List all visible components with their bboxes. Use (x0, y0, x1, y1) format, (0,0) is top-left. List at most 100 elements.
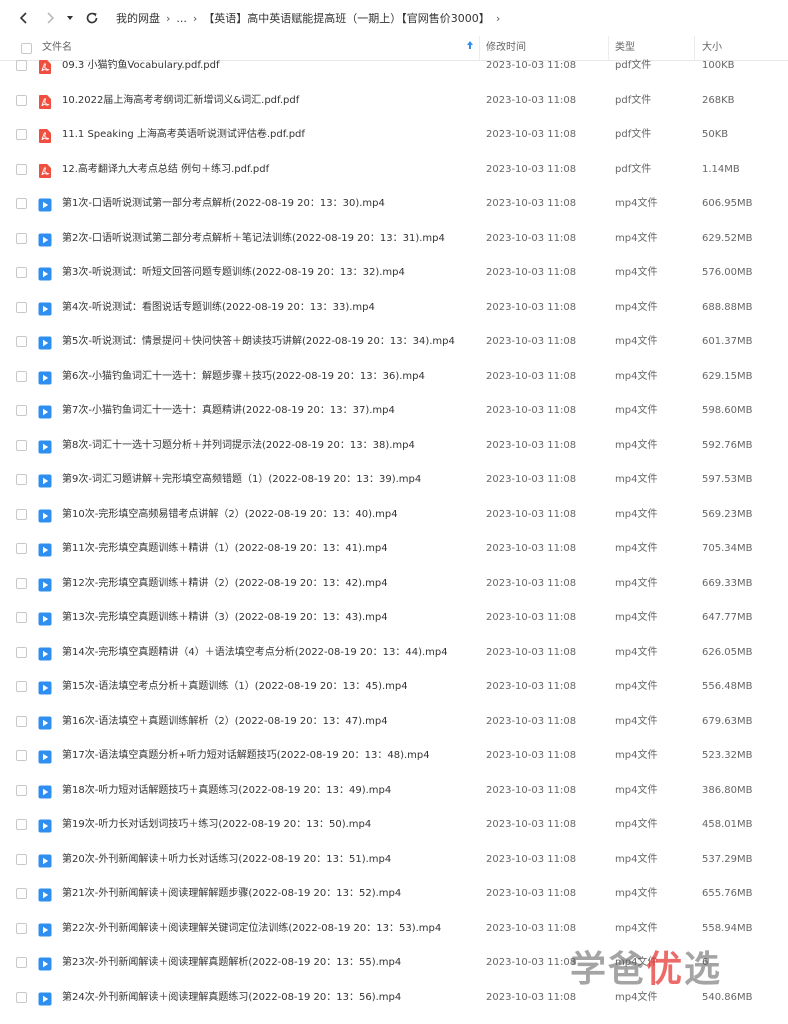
row-checkbox[interactable] (16, 715, 27, 727)
file-row[interactable]: 第9次-词汇习题讲解＋完形填空高频错题（1）(2022-08-19 20：13：… (0, 463, 788, 498)
file-name[interactable]: 第24次-外刊新闻解读＋阅读理解真题练习(2022-08-19 20：13：56… (62, 981, 401, 1015)
row-checkbox[interactable] (16, 577, 27, 589)
file-size: 100KB (702, 60, 735, 71)
file-row[interactable]: 第11次-完形填空真题训练＋精讲（1）(2022-08-19 20：13：41)… (0, 532, 788, 567)
file-name[interactable]: 第11次-完形填空真题训练＋精讲（1）(2022-08-19 20：13：41)… (62, 532, 388, 566)
file-row[interactable]: 11.1 Speaking 上海高考英语听说测试评估卷.pdf.pdf 2023-… (0, 118, 788, 153)
file-row[interactable]: 第21次-外刊新闻解读＋阅读理解解题步骤(2022-08-19 20：13：52… (0, 877, 788, 912)
row-checkbox[interactable] (16, 439, 27, 451)
file-name[interactable]: 第4次-听说测试：看图说话专题训练(2022-08-19 20：13：33).m… (62, 291, 375, 325)
row-checkbox[interactable] (16, 853, 27, 865)
file-modified-date: 2023-10-03 11:08 (486, 232, 577, 244)
row-checkbox[interactable] (16, 784, 27, 796)
file-row[interactable]: 第5次-听说测试：情景提问＋快问快答＋朗读技巧讲解(2022-08-19 20：… (0, 325, 788, 360)
file-row[interactable]: 第7次-小猫钓鱼词汇十一选十：真题精讲(2022-08-19 20：13：37)… (0, 394, 788, 429)
file-name[interactable]: 第2次-口语听说测试第二部分考点解析＋笔记法训练(2022-08-19 20：1… (62, 222, 445, 256)
file-modified-date: 2023-10-03 11:08 (486, 922, 577, 934)
file-name[interactable]: 第16次-语法填空＋真题训练解析（2）(2022-08-19 20：13：47)… (62, 705, 388, 739)
row-checkbox[interactable] (16, 405, 27, 416)
history-dropdown-button[interactable] (62, 6, 78, 30)
file-name[interactable]: 第13次-完形填空真题训练＋精讲（3）(2022-08-19 20：13：43)… (62, 601, 388, 635)
row-checkbox[interactable] (16, 129, 27, 140)
file-name[interactable]: 第1次-口语听说测试第一部分考点解析(2022-08-19 20：13：30).… (62, 187, 385, 221)
file-row[interactable]: 第18次-听力短对话解题技巧＋真题练习(2022-08-19 20：13：49)… (0, 774, 788, 809)
row-checkbox[interactable] (16, 922, 27, 934)
file-name[interactable]: 11.1 Speaking 上海高考英语听说测试评估卷.pdf.pdf (62, 118, 305, 152)
file-row[interactable]: 第20次-外刊新闻解读＋听力长对话练习(2022-08-19 20：13：51)… (0, 843, 788, 878)
watermark-text-1: 学爸 (570, 949, 647, 990)
file-row[interactable]: 10.2022届上海高考考纲词汇新增词义&词汇.pdf.pdf 2023-10-0… (0, 84, 788, 119)
file-name[interactable]: 12.高考翻译九大考点总结 例句＋练习.pdf.pdf (62, 153, 269, 187)
file-row[interactable]: 第14次-完形填空真题精讲（4）＋语法填空考点分析(2022-08-19 20：… (0, 636, 788, 671)
file-name[interactable]: 第20次-外刊新闻解读＋听力长对话练习(2022-08-19 20：13：51)… (62, 843, 391, 877)
row-checkbox[interactable] (16, 198, 27, 209)
file-row[interactable]: 12.高考翻译九大考点总结 例句＋练习.pdf.pdf 2023-10-03 11… (0, 153, 788, 188)
file-name[interactable]: 第22次-外刊新闻解读＋阅读理解关键词定位法训练(2022-08-19 20：1… (62, 912, 441, 946)
file-name[interactable]: 第23次-外刊新闻解读＋阅读理解真题解析(2022-08-19 20：13：55… (62, 946, 401, 980)
row-checkbox[interactable] (16, 681, 27, 692)
row-checkbox[interactable] (16, 60, 27, 71)
file-name[interactable]: 第6次-小猫钓鱼词汇十一选十：解题步骤＋技巧(2022-08-19 20：13：… (62, 360, 425, 394)
file-type: mp4文件 (615, 784, 658, 796)
breadcrumb-ellipsis[interactable]: ... (176, 12, 187, 25)
row-checkbox[interactable] (16, 232, 27, 244)
file-name[interactable]: 第18次-听力短对话解题技巧＋真题练习(2022-08-19 20：13：49)… (62, 774, 391, 808)
row-checkbox[interactable] (16, 94, 27, 106)
file-name[interactable]: 第14次-完形填空真题精讲（4）＋语法填空考点分析(2022-08-19 20：… (62, 636, 448, 670)
file-name[interactable]: 第9次-词汇习题讲解＋完形填空高频错题（1）(2022-08-19 20：13：… (62, 463, 421, 497)
file-name[interactable]: 第21次-外刊新闻解读＋阅读理解解题步骤(2022-08-19 20：13：52… (62, 877, 401, 911)
breadcrumb-root[interactable]: 我的网盘 (116, 10, 160, 26)
file-size: 556.48MB (702, 681, 753, 692)
file-row[interactable]: 第8次-词汇十一选十习题分析＋并列词提示法(2022-08-19 20：13：3… (0, 429, 788, 464)
file-row[interactable]: 09.3 小猫钓鱼Vocabulary.pdf.pdf 2023-10-03 11… (0, 49, 788, 84)
file-size: 569.23MB (702, 508, 753, 520)
pdf-icon (38, 163, 52, 178)
file-row[interactable]: 第4次-听说测试：看图说话专题训练(2022-08-19 20：13：33).m… (0, 291, 788, 326)
file-name[interactable]: 第17次-语法填空真题分析+听力短对话解题技巧(2022-08-19 20：13… (62, 739, 430, 773)
file-row[interactable]: 第13次-完形填空真题训练＋精讲（3）(2022-08-19 20：13：43)… (0, 601, 788, 636)
file-row[interactable]: 第3次-听说测试：听短文回答问题专题训练(2022-08-19 20：13：32… (0, 256, 788, 291)
row-checkbox[interactable] (16, 474, 27, 485)
row-checkbox[interactable] (16, 888, 27, 899)
row-checkbox[interactable] (16, 957, 27, 968)
file-name[interactable]: 第12次-完形填空真题训练＋精讲（2）(2022-08-19 20：13：42)… (62, 567, 388, 601)
forward-button[interactable] (38, 6, 62, 30)
file-row[interactable]: 第12次-完形填空真题训练＋精讲（2）(2022-08-19 20：13：42)… (0, 567, 788, 602)
file-name[interactable]: 09.3 小猫钓鱼Vocabulary.pdf.pdf (62, 49, 220, 83)
row-checkbox[interactable] (16, 267, 27, 278)
row-checkbox[interactable] (16, 370, 27, 382)
row-checkbox[interactable] (16, 336, 27, 347)
file-row[interactable]: 第1次-口语听说测试第一部分考点解析(2022-08-19 20：13：30).… (0, 187, 788, 222)
file-row[interactable]: 第6次-小猫钓鱼词汇十一选十：解题步骤＋技巧(2022-08-19 20：13：… (0, 360, 788, 395)
row-checkbox[interactable] (16, 543, 27, 554)
file-name[interactable]: 第3次-听说测试：听短文回答问题专题训练(2022-08-19 20：13：32… (62, 256, 405, 290)
row-checkbox[interactable] (16, 750, 27, 761)
file-row[interactable]: 第15次-语法填空考点分析＋真题训练（1）(2022-08-19 20：13：4… (0, 670, 788, 705)
file-modified-date: 2023-10-03 11:08 (486, 853, 577, 865)
file-modified-date: 2023-10-03 11:08 (486, 819, 577, 830)
file-row[interactable]: 第17次-语法填空真题分析+听力短对话解题技巧(2022-08-19 20：13… (0, 739, 788, 774)
file-name[interactable]: 第5次-听说测试：情景提问＋快问快答＋朗读技巧讲解(2022-08-19 20：… (62, 325, 455, 359)
row-checkbox[interactable] (16, 991, 27, 1003)
file-name[interactable]: 第15次-语法填空考点分析＋真题训练（1）(2022-08-19 20：13：4… (62, 670, 408, 704)
file-name[interactable]: 10.2022届上海高考考纲词汇新增词义&词汇.pdf.pdf (62, 84, 299, 118)
file-name[interactable]: 第10次-完形填空高频易错考点讲解（2）(2022-08-19 20：13：40… (62, 498, 398, 532)
file-modified-date: 2023-10-03 11:08 (486, 129, 577, 140)
file-row[interactable]: 第2次-口语听说测试第二部分考点解析＋笔记法训练(2022-08-19 20：1… (0, 222, 788, 257)
row-checkbox[interactable] (16, 301, 27, 313)
file-name[interactable]: 第8次-词汇十一选十习题分析＋并列词提示法(2022-08-19 20：13：3… (62, 429, 415, 463)
back-button[interactable] (12, 6, 36, 30)
row-checkbox[interactable] (16, 646, 27, 658)
file-name[interactable]: 第19次-听力长对话划词技巧＋练习(2022-08-19 20：13：50).m… (62, 808, 371, 842)
row-checkbox[interactable] (16, 163, 27, 175)
file-name[interactable]: 第7次-小猫钓鱼词汇十一选十：真题精讲(2022-08-19 20：13：37)… (62, 394, 395, 428)
file-row[interactable]: 第10次-完形填空高频易错考点讲解（2）(2022-08-19 20：13：40… (0, 498, 788, 533)
row-checkbox[interactable] (16, 508, 27, 520)
video-icon (38, 818, 52, 833)
file-row[interactable]: 第19次-听力长对话划词技巧＋练习(2022-08-19 20：13：50).m… (0, 808, 788, 843)
refresh-button[interactable] (80, 6, 104, 30)
breadcrumb-current[interactable]: 【英语】高中英语赋能提高班（一期上）【官网售价3000】 (203, 10, 490, 26)
file-row[interactable]: 第16次-语法填空＋真题训练解析（2）(2022-08-19 20：13：47)… (0, 705, 788, 740)
row-checkbox[interactable] (16, 819, 27, 830)
row-checkbox[interactable] (16, 612, 27, 623)
